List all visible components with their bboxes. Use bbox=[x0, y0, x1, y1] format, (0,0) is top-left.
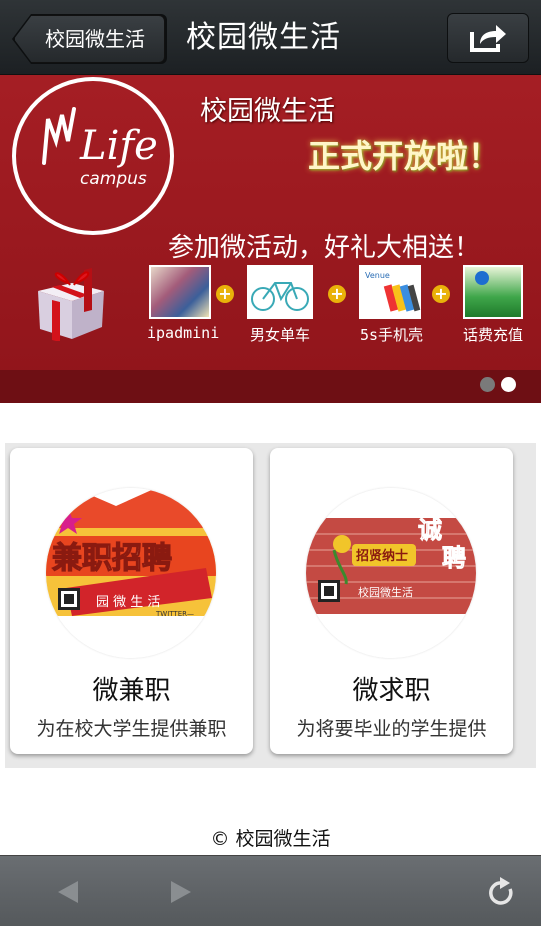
prize-label: 男女单车 bbox=[250, 326, 311, 344]
svg-text:Life: Life bbox=[79, 123, 158, 169]
slide-indicator bbox=[480, 377, 516, 392]
plus-icon: + bbox=[328, 285, 346, 303]
triangle-right-icon bbox=[171, 881, 191, 903]
share-icon bbox=[470, 25, 506, 52]
prize-label: 话费充值 bbox=[463, 326, 524, 344]
browser-back-button[interactable] bbox=[50, 874, 86, 910]
card-title: 微求职 bbox=[352, 676, 431, 706]
triangle-left-icon bbox=[58, 881, 78, 903]
svg-text:校园微生活: 校园微生活 bbox=[358, 585, 413, 599]
plus-icon: + bbox=[216, 285, 234, 303]
card-title: 微兼职 bbox=[92, 676, 171, 706]
card-description: 为在校大学生提供兼职 bbox=[36, 718, 227, 740]
topup-card-icon bbox=[463, 265, 523, 319]
svg-text:招贤纳士: 招贤纳士 bbox=[356, 548, 408, 564]
part-time-jobs-image: 兼职招聘 园 微 生 活 TWITTER— bbox=[46, 488, 216, 658]
ipad-icon bbox=[149, 265, 211, 319]
banner-headline: 正式开放啦！ bbox=[308, 137, 501, 175]
svg-text:聘: 聘 bbox=[442, 544, 466, 572]
promo-banner[interactable]: Life campus 校园微生活 正式开放啦！ 参加微活动，好礼大相送！ ip… bbox=[0, 75, 541, 403]
banner-title: 校园微生活 bbox=[200, 96, 335, 127]
bicycle-icon bbox=[247, 265, 313, 319]
page-title: 校园微生活 bbox=[186, 20, 341, 55]
gift-box-icon bbox=[38, 268, 104, 341]
prize-label: 5s手机壳 bbox=[360, 326, 424, 344]
browser-toolbar bbox=[0, 855, 541, 926]
prize-label: ipadmini bbox=[147, 324, 220, 342]
svg-text:园 微 生 活: 园 微 生 活 bbox=[96, 595, 160, 610]
plus-icon: + bbox=[432, 285, 450, 303]
card-description: 为将要毕业的学生提供 bbox=[296, 718, 487, 740]
back-button-label: 校园微生活 bbox=[45, 27, 145, 51]
phone-case-icon: Venue bbox=[359, 265, 421, 319]
svg-text:诚: 诚 bbox=[418, 516, 442, 544]
back-button[interactable]: 校园微生活 bbox=[14, 15, 165, 63]
slide-dot[interactable] bbox=[480, 377, 495, 392]
copyright-text: © 校园微生活 bbox=[210, 828, 331, 850]
slide-dot-active[interactable] bbox=[501, 377, 516, 392]
browser-forward-button[interactable] bbox=[163, 874, 199, 910]
card-part-time-jobs[interactable]: 兼职招聘 园 微 生 活 TWITTER— 微兼职 为在校大学生提供兼职 bbox=[10, 448, 253, 754]
refresh-button[interactable] bbox=[484, 874, 520, 910]
job-seeking-image: 诚 聘 招贤纳士 校园微生活 bbox=[306, 488, 476, 658]
svg-text:TWITTER—: TWITTER— bbox=[155, 610, 194, 618]
banner-slogan: 参加微活动，好礼大相送！ bbox=[168, 233, 481, 263]
banner-footer-strip bbox=[0, 370, 541, 403]
mlife-logo: Life campus bbox=[12, 77, 174, 235]
card-job-seeking[interactable]: 诚 聘 招贤纳士 校园微生活 微求职 为将要毕业的学生提供 bbox=[270, 448, 513, 754]
services-section: 兼职招聘 园 微 生 活 TWITTER— 微兼职 为在校大学生提供兼职 诚 聘… bbox=[5, 443, 536, 768]
refresh-icon bbox=[489, 877, 513, 905]
svg-text:兼职招聘: 兼职招聘 bbox=[52, 541, 172, 576]
share-button[interactable] bbox=[447, 13, 529, 63]
top-navigation-bar: 校园微生活 校园微生活 bbox=[0, 0, 541, 75]
